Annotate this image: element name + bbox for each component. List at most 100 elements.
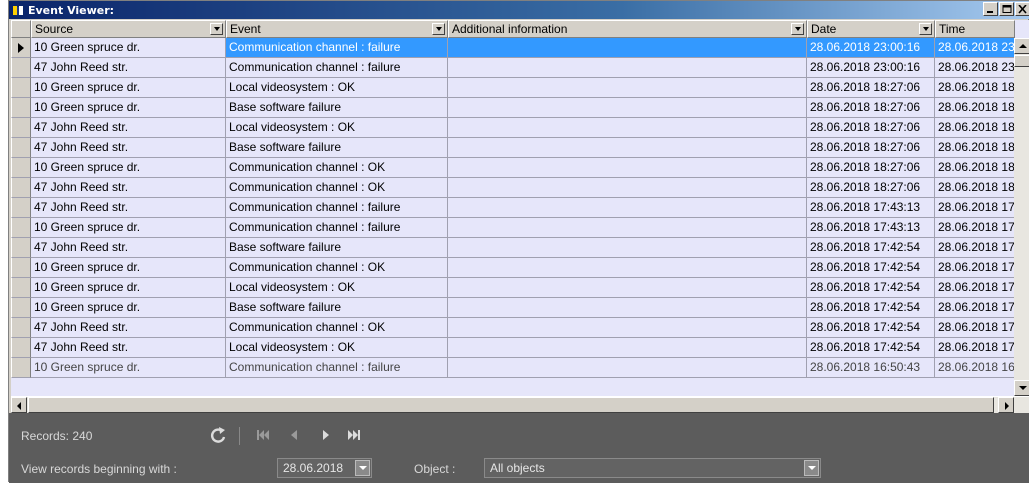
table-row[interactable]: 47 John Reed str. Base software failure 28… [11, 138, 1015, 158]
cell-additional-info[interactable] [448, 218, 807, 238]
cell-date[interactable]: 28.06.2018 23:00:16 [807, 38, 935, 58]
cell-additional-info[interactable] [448, 158, 807, 178]
cell-additional-info[interactable] [448, 118, 807, 138]
refresh-icon[interactable] [207, 425, 229, 445]
cell-source[interactable]: 10 Green spruce dr. [31, 38, 226, 58]
cell-source[interactable]: 10 Green spruce dr. [31, 278, 226, 298]
row-indicator[interactable] [11, 198, 31, 218]
cell-date[interactable]: 28.06.2018 17:42:54 [807, 258, 935, 278]
cell-event[interactable]: Communication channel : failure [226, 38, 448, 58]
maximize-button[interactable] [999, 2, 1014, 16]
cell-event[interactable]: Communication channel : OK [226, 258, 448, 278]
cell-additional-info[interactable] [448, 278, 807, 298]
cell-time[interactable]: 28.06.2018 17:4 [935, 298, 1015, 318]
row-indicator[interactable] [11, 78, 31, 98]
table-row[interactable]: 10 Green spruce dr. Base software failure… [11, 298, 1015, 318]
row-indicator[interactable] [11, 278, 31, 298]
scroll-down-button[interactable] [1014, 380, 1029, 396]
vertical-scrollbar[interactable] [1014, 38, 1029, 396]
cell-source[interactable]: 47 John Reed str. [31, 178, 226, 198]
column-header-additional-info[interactable]: Additional information [448, 20, 807, 38]
cell-additional-info[interactable] [448, 58, 807, 78]
cell-time[interactable]: 28.06.2018 17:4 [935, 338, 1015, 358]
cell-time[interactable]: 28.06.2018 18:2 [935, 118, 1015, 138]
cell-source[interactable]: 47 John Reed str. [31, 338, 226, 358]
table-row[interactable]: 10 Green spruce dr. Communication channel… [11, 218, 1015, 238]
table-row[interactable]: 10 Green spruce dr. Base software failure… [11, 98, 1015, 118]
table-row[interactable]: 10 Green spruce dr. Local videosystem : O… [11, 278, 1015, 298]
first-record-icon[interactable] [252, 425, 274, 445]
cell-event[interactable]: Communication channel : failure [226, 198, 448, 218]
cell-source[interactable]: 10 Green spruce dr. [31, 158, 226, 178]
cell-source[interactable]: 10 Green spruce dr. [31, 258, 226, 278]
cell-source[interactable]: 47 John Reed str. [31, 198, 226, 218]
cell-date[interactable]: 28.06.2018 17:42:54 [807, 338, 935, 358]
cell-date[interactable]: 28.06.2018 18:27:06 [807, 178, 935, 198]
row-indicator[interactable] [11, 358, 31, 378]
cell-event[interactable]: Base software failure [226, 98, 448, 118]
cell-time[interactable]: 28.06.2018 18:2 [935, 158, 1015, 178]
row-indicator[interactable] [11, 298, 31, 318]
scroll-right-button[interactable] [998, 397, 1014, 413]
table-row[interactable]: 10 Green spruce dr. Communication channel… [11, 158, 1015, 178]
cell-date[interactable]: 28.06.2018 18:27:06 [807, 158, 935, 178]
table-row[interactable]: 47 John Reed str. Local videosystem : OK 2… [11, 338, 1015, 358]
cell-event[interactable]: Base software failure [226, 238, 448, 258]
cell-additional-info[interactable] [448, 98, 807, 118]
cell-source[interactable]: 10 Green spruce dr. [31, 358, 226, 378]
cell-event[interactable]: Communication channel : OK [226, 158, 448, 178]
table-row[interactable]: 47 John Reed str. Communication channel :… [11, 198, 1015, 218]
row-indicator[interactable] [11, 58, 31, 78]
last-record-icon[interactable] [343, 425, 365, 445]
cell-source[interactable]: 47 John Reed str. [31, 318, 226, 338]
cell-event[interactable]: Local videosystem : OK [226, 78, 448, 98]
cell-event[interactable]: Local videosystem : OK [226, 278, 448, 298]
row-indicator[interactable] [11, 178, 31, 198]
object-dropdown-icon[interactable] [804, 460, 819, 476]
table-row[interactable]: 47 John Reed str. Communication channel :… [11, 318, 1015, 338]
scroll-up-button[interactable] [1014, 38, 1029, 54]
table-row[interactable]: 10 Green spruce dr. Communication channel… [11, 358, 1015, 378]
cell-additional-info[interactable] [448, 138, 807, 158]
cell-additional-info[interactable] [448, 178, 807, 198]
prev-record-icon[interactable] [284, 425, 306, 445]
cell-date[interactable]: 28.06.2018 17:42:54 [807, 298, 935, 318]
cell-time[interactable]: 28.06.2018 18:2 [935, 178, 1015, 198]
horizontal-scroll-thumb[interactable] [28, 397, 994, 413]
cell-additional-info[interactable] [448, 198, 807, 218]
cell-additional-info[interactable] [448, 338, 807, 358]
cell-source[interactable]: 47 John Reed str. [31, 238, 226, 258]
scroll-left-button[interactable] [11, 397, 27, 413]
cell-event[interactable]: Local videosystem : OK [226, 338, 448, 358]
cell-time[interactable]: 28.06.2018 23:0 [935, 58, 1015, 78]
column-header-event[interactable]: Event [226, 20, 448, 38]
cell-time[interactable]: 28.06.2018 23:0 [935, 38, 1015, 58]
table-row[interactable]: 47 John Reed str. Base software failure 28… [11, 238, 1015, 258]
filter-dropdown-icon[interactable] [432, 23, 445, 35]
cell-additional-info[interactable] [448, 78, 807, 98]
row-indicator[interactable] [11, 218, 31, 238]
cell-additional-info[interactable] [448, 258, 807, 278]
cell-event[interactable]: Base software failure [226, 138, 448, 158]
cell-date[interactable]: 28.06.2018 17:43:13 [807, 198, 935, 218]
filter-dropdown-icon[interactable] [791, 23, 804, 35]
row-indicator[interactable] [11, 158, 31, 178]
cell-source[interactable]: 47 John Reed str. [31, 138, 226, 158]
row-indicator[interactable] [11, 138, 31, 158]
start-date-picker[interactable]: 28.06.2018 [277, 458, 372, 478]
row-indicator[interactable] [11, 38, 31, 58]
cell-event[interactable]: Communication channel : failure [226, 58, 448, 78]
column-header-time[interactable]: Time [935, 20, 1015, 38]
row-indicator[interactable] [11, 98, 31, 118]
cell-event[interactable]: Local videosystem : OK [226, 118, 448, 138]
cell-additional-info[interactable] [448, 358, 807, 378]
filter-dropdown-icon[interactable] [919, 23, 932, 35]
row-indicator[interactable] [11, 118, 31, 138]
cell-date[interactable]: 28.06.2018 18:27:06 [807, 118, 935, 138]
table-row[interactable]: 10 Green spruce dr. Communication channel… [11, 38, 1015, 58]
cell-time[interactable]: 28.06.2018 17:4 [935, 218, 1015, 238]
title-bar[interactable]: Event Viewer: [9, 1, 1029, 19]
cell-date[interactable]: 28.06.2018 18:27:06 [807, 138, 935, 158]
cell-event[interactable]: Communication channel : failure [226, 218, 448, 238]
cell-date[interactable]: 28.06.2018 18:27:06 [807, 98, 935, 118]
